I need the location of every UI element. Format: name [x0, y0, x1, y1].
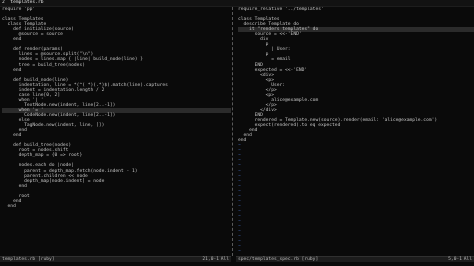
left-code-area[interactable]: require 'pp' class Templates class Templ… — [0, 7, 231, 209]
tab-bar: 2 templates.rb — [0, 0, 474, 7]
left-code-line[interactable]: end — [2, 204, 231, 209]
right-editor-pane[interactable]: require_relative '../templates' class Te… — [236, 7, 474, 256]
left-editor-pane[interactable]: require 'pp' class Templates class Templ… — [0, 7, 231, 256]
tab-templates-rb[interactable]: 2 templates.rb — [2, 0, 44, 5]
right-code-line[interactable]: ~ — [238, 249, 474, 254]
command-line[interactable] — [0, 262, 474, 266]
editor-window: 2 templates.rb require 'pp' class Templa… — [0, 0, 474, 266]
right-code-area[interactable]: require_relative '../templates' class Te… — [236, 7, 474, 254]
